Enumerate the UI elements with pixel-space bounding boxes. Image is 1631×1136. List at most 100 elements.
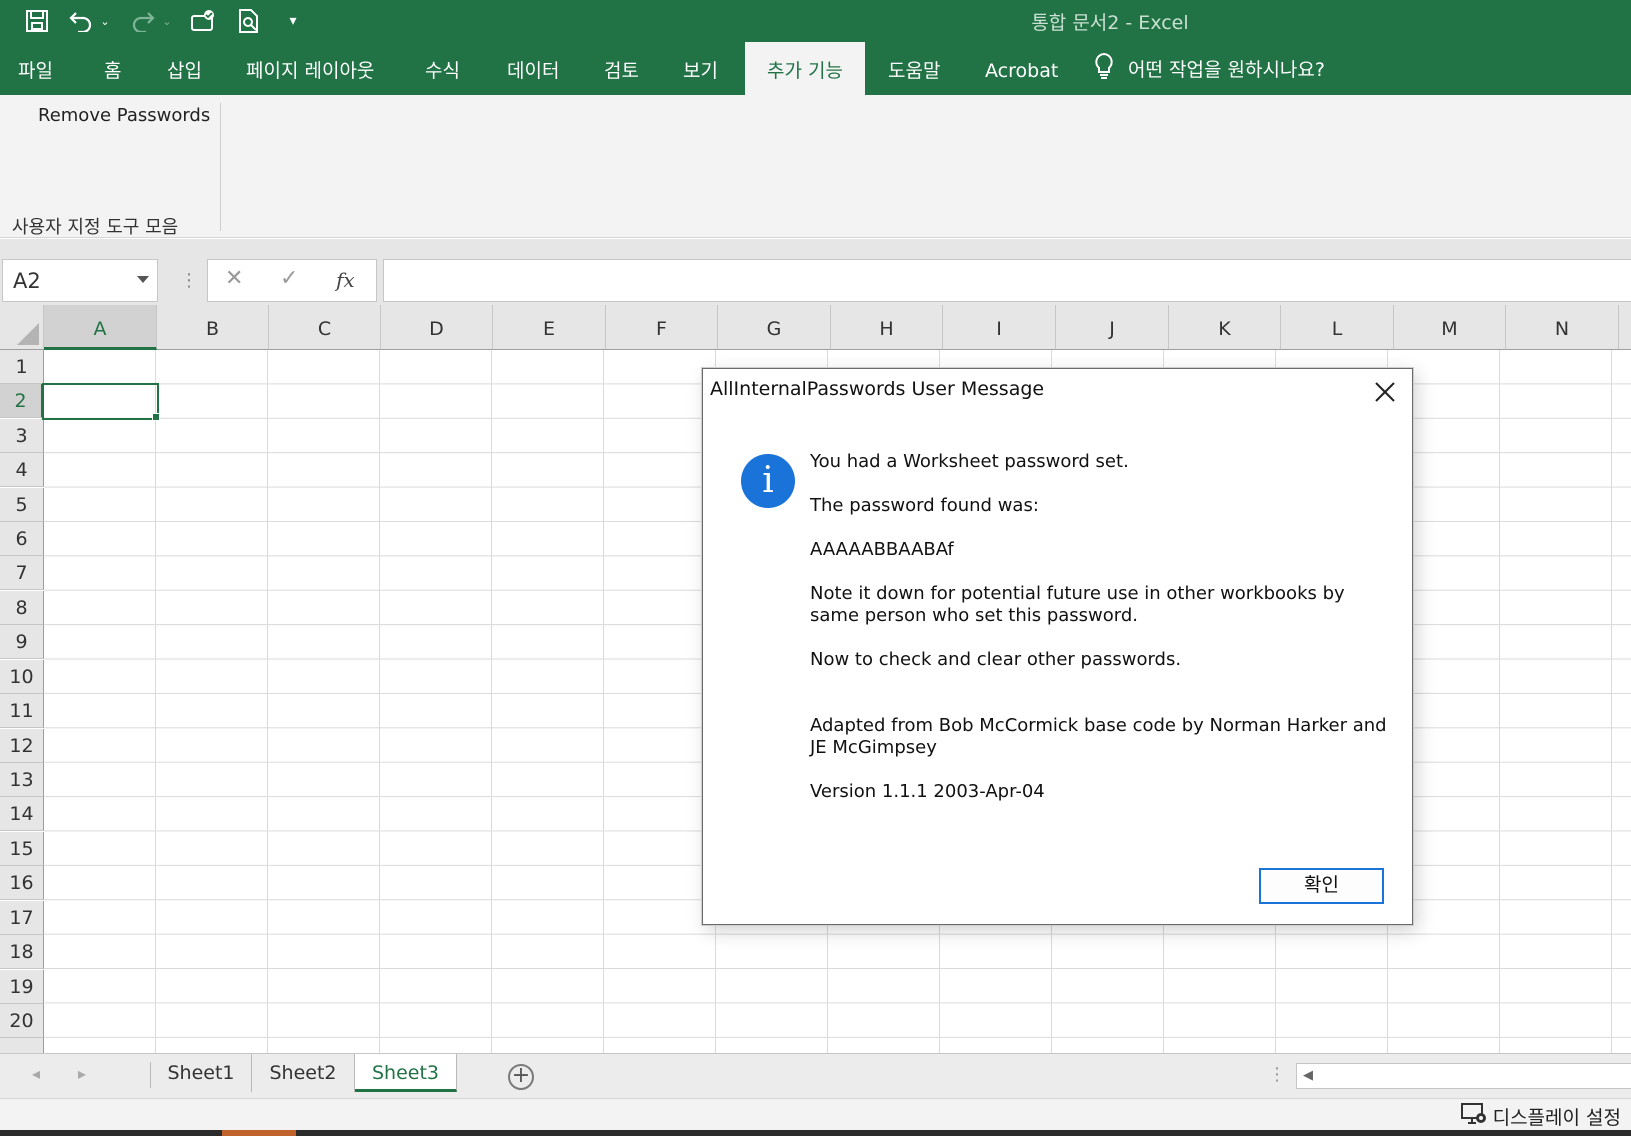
tab-addins[interactable]: 추가 기능 xyxy=(745,42,865,95)
close-icon[interactable] xyxy=(1372,379,1398,405)
cancel-icon[interactable]: ✕ xyxy=(225,266,243,291)
row-header[interactable]: 3 xyxy=(0,419,44,453)
row-header[interactable]: 9 xyxy=(0,625,44,659)
tab-data[interactable]: 데이터 xyxy=(507,42,559,95)
row-header[interactable]: 10 xyxy=(0,660,44,694)
print-preview-icon[interactable] xyxy=(234,6,264,36)
version-line: Version 1.1.1 2003-Apr-04 xyxy=(810,781,1045,802)
row-header[interactable]: 14 xyxy=(0,797,44,831)
column-header[interactable]: K xyxy=(1169,305,1281,350)
tab-formulas[interactable]: 수식 xyxy=(425,42,460,95)
tab-page-layout[interactable]: 페이지 레이아웃 xyxy=(246,42,374,95)
row-header[interactable]: 1 xyxy=(0,350,44,384)
tab-review[interactable]: 검토 xyxy=(604,42,639,95)
name-box-value: A2 xyxy=(13,269,41,293)
save-icon[interactable] xyxy=(22,6,52,36)
row-header[interactable] xyxy=(0,1038,44,1053)
column-header[interactable]: J xyxy=(1056,305,1169,350)
dialog-title: AllInternalPasswords User Message xyxy=(710,378,1045,400)
customize-qat-icon[interactable]: ▾ xyxy=(284,6,302,36)
row-header[interactable]: 5 xyxy=(0,488,44,522)
select-all-button[interactable] xyxy=(0,305,44,350)
row-header[interactable]: 12 xyxy=(0,729,44,763)
redo-icon[interactable] xyxy=(128,6,158,36)
column-header[interactable]: L xyxy=(1281,305,1394,350)
column-header[interactable] xyxy=(1619,305,1631,350)
remove-passwords-button[interactable]: Remove Passwords xyxy=(38,105,210,126)
found-password: AAAAABBAABAf xyxy=(810,539,954,560)
row-header[interactable]: 13 xyxy=(0,763,44,797)
row-header[interactable]: 6 xyxy=(0,522,44,556)
row-header[interactable]: 2 xyxy=(0,384,44,418)
sheet-tab-3[interactable]: Sheet3 xyxy=(355,1054,457,1092)
chevron-right-icon[interactable]: ▸ xyxy=(78,1064,86,1083)
credits-line: Adapted from Bob McCormick base code by … xyxy=(810,715,1387,758)
column-header[interactable]: A xyxy=(44,305,157,350)
tab-insert[interactable]: 삽입 xyxy=(167,42,202,95)
info-icon: i xyxy=(741,454,795,508)
row-header[interactable]: 18 xyxy=(0,935,44,969)
taskbar-edge xyxy=(0,1130,1631,1136)
chevron-left-icon[interactable]: ◂ xyxy=(32,1064,40,1083)
message-dialog: AllInternalPasswords User Message i You … xyxy=(702,368,1413,925)
dialog-message: You had a Worksheet password set. The pa… xyxy=(810,451,1390,803)
tell-me-search[interactable]: 어떤 작업을 원하시나요? xyxy=(1094,42,1325,95)
row-header[interactable]: 17 xyxy=(0,901,44,935)
message-line: You had a Worksheet password set. xyxy=(810,451,1129,472)
tab-acrobat[interactable]: Acrobat xyxy=(985,42,1058,95)
ribbon-panel: Remove Passwords 사용자 지정 도구 모음 xyxy=(0,95,1631,238)
display-settings-icon xyxy=(1460,1103,1487,1130)
touch-mode-icon[interactable] xyxy=(188,6,220,36)
formula-bar-splitter-icon[interactable]: ⋮ xyxy=(180,270,198,291)
row-header[interactable]: 7 xyxy=(0,556,44,590)
column-header[interactable]: G xyxy=(718,305,831,350)
column-header[interactable]: F xyxy=(606,305,718,350)
message-line: Now to check and clear other passwords. xyxy=(810,649,1182,670)
undo-dropdown-icon[interactable]: ⌄ xyxy=(98,6,112,36)
taskbar-active-indicator xyxy=(222,1130,296,1136)
column-header[interactable]: B xyxy=(157,305,269,350)
row-header[interactable]: 20 xyxy=(0,1004,44,1038)
redo-dropdown-icon[interactable]: ⌄ xyxy=(160,6,174,36)
window-title: 통합 문서2 - Excel xyxy=(1031,12,1189,34)
select-all-icon xyxy=(17,323,39,345)
column-header[interactable]: N xyxy=(1506,305,1619,350)
chevron-down-icon[interactable] xyxy=(137,276,149,283)
fill-handle[interactable] xyxy=(152,413,160,421)
column-header[interactable]: C xyxy=(269,305,381,350)
scroll-splitter-icon[interactable]: ⋮ xyxy=(1268,1064,1286,1085)
active-cell-a2[interactable] xyxy=(42,383,159,420)
ok-button[interactable]: 확인 xyxy=(1259,868,1384,904)
enter-icon[interactable]: ✓ xyxy=(280,266,298,291)
row-header[interactable]: 8 xyxy=(0,591,44,625)
message-line: Note it down for potential future use in… xyxy=(810,583,1345,626)
formula-input[interactable] xyxy=(383,259,1631,302)
row-header[interactable]: 19 xyxy=(0,970,44,1004)
tab-view[interactable]: 보기 xyxy=(683,42,718,95)
undo-icon[interactable] xyxy=(66,6,96,36)
tab-help[interactable]: 도움말 xyxy=(888,42,940,95)
column-header[interactable]: I xyxy=(943,305,1056,350)
insert-function-icon[interactable]: fx xyxy=(336,268,355,292)
sheet-tab-2[interactable]: Sheet2 xyxy=(252,1054,355,1092)
horizontal-scrollbar[interactable]: ◀ xyxy=(1296,1063,1631,1089)
column-header[interactable]: E xyxy=(493,305,606,350)
row-header[interactable]: 16 xyxy=(0,866,44,900)
tab-file[interactable]: 파일 xyxy=(18,42,53,95)
add-sheet-icon[interactable]: + xyxy=(508,1064,534,1090)
sheet-tab-1[interactable]: Sheet1 xyxy=(151,1054,252,1092)
display-settings-button[interactable]: 디스플레이 설정 xyxy=(1460,1103,1621,1130)
column-header[interactable]: H xyxy=(831,305,943,350)
title-bar: ⌄ ⌄ ▾ 통합 문서2 - Excel xyxy=(0,0,1631,42)
tab-home[interactable]: 홈 xyxy=(104,42,121,95)
row-header[interactable]: 4 xyxy=(0,453,44,487)
row-header[interactable]: 11 xyxy=(0,694,44,728)
column-header[interactable]: D xyxy=(381,305,493,350)
row-header[interactable]: 15 xyxy=(0,832,44,866)
scroll-left-icon[interactable]: ◀ xyxy=(1303,1068,1313,1083)
lightbulb-icon xyxy=(1094,52,1114,85)
column-header[interactable]: M xyxy=(1394,305,1506,350)
display-settings-label: 디스플레이 설정 xyxy=(1492,1107,1621,1129)
tell-me-text: 어떤 작업을 원하시나요? xyxy=(1128,59,1325,81)
name-box[interactable]: A2 xyxy=(2,259,158,302)
